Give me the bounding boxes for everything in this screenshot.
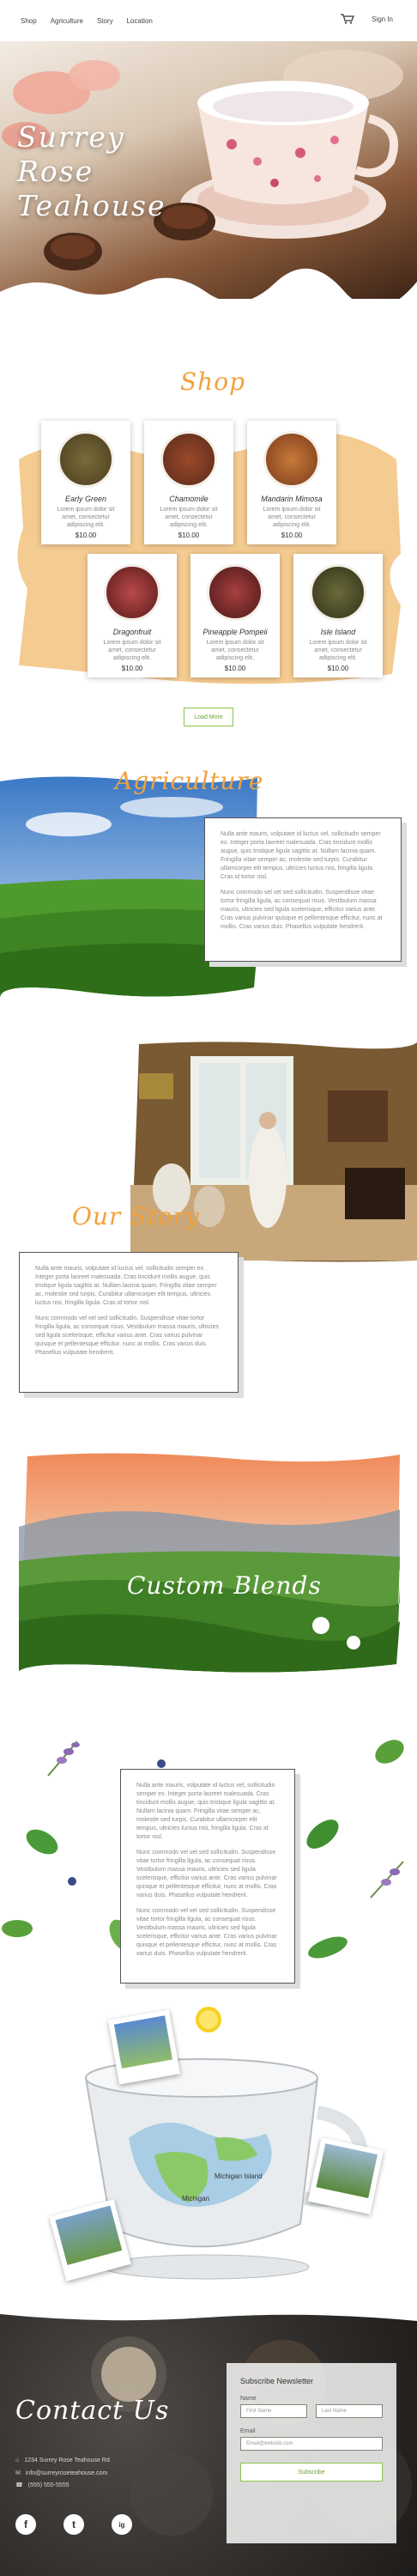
blends-landscape-photo [19,1449,400,1678]
product-image [310,564,366,621]
location-icon: ⌂ [15,2458,20,2464]
blends-text-box: Nulla ante mauris, volputate id luctus v… [120,1769,295,1984]
newsletter-form: Subscribe Newsletter Name First Name Las… [227,2363,396,2543]
blends-title: Custom Blends [127,1571,322,1600]
phone-icon: ☎ [15,2482,23,2488]
story-title: Our Story [72,1202,200,1230]
sign-in-link[interactable]: Sign In [372,15,393,23]
product-name: Dragonfruit [112,628,152,636]
product-description: Lorem ipsum dolor sit amet, consectetur … [160,507,218,528]
product-name: Mandarin Mimosa [261,495,323,503]
phone-text: (555) 555-5555 [27,2482,70,2488]
contact-phone[interactable]: ☎ (555) 555-5555 [15,2482,70,2489]
shop-title: Shop [180,368,245,396]
nav-right: Sign In [341,14,393,24]
agriculture-paragraph: Nulla ante mauris, volputate id luctus v… [221,831,381,880]
lavender-icon [370,1861,404,1899]
story-text-box: Nulla ante mauris, volputate id luctus v… [19,1252,239,1393]
agriculture-title: Agriculture [115,767,264,795]
first-name-input[interactable]: First Name [240,2404,307,2418]
leaf-icon [375,1740,404,1764]
polaroid-photo [107,2009,181,2085]
product-price: $10.00 [224,665,246,672]
product-description: Lorem ipsum dolor sit amet, consectetur … [309,640,367,661]
contact-email[interactable]: ✉ info@surreyroseteahouse.com [15,2470,108,2477]
lavender-icon [47,1741,80,1777]
cart-icon[interactable] [341,14,354,24]
nav-link-shop[interactable]: Shop [21,17,37,25]
facebook-icon[interactable]: f [15,2514,36,2535]
lemon-slice-icon [196,2007,221,2032]
product-card[interactable]: Isle Island Lorem ipsum dolor sit amet, … [293,554,383,677]
product-card[interactable]: Early Green Lorem ipsum dolor sit amet, … [41,421,130,544]
story-paragraph: Nulla ante mauris, volputate id luctus v… [35,1266,217,1306]
product-image [263,431,320,488]
product-price: $10.00 [327,665,349,672]
hero-title: Surrey Rose Teahouse [17,120,166,222]
product-name: Isle Island [320,628,356,636]
product-price: $10.00 [178,532,200,539]
agriculture-text-box: Nulla ante mauris, volputate id luctus v… [204,817,402,962]
product-card[interactable]: Dragonfruit Lorem ipsum dolor sit amet, … [88,554,177,677]
map-label: Michigan [182,2195,210,2202]
product-card[interactable]: Pineapple Pompeii Lorem ipsum dolor sit … [190,554,280,677]
product-price: $10.00 [75,532,97,539]
product-image [207,564,263,621]
email-label: Email [240,2428,256,2434]
blends-paragraph: Nulla ante mauris, volputate id luctus v… [136,1783,276,1840]
last-name-input[interactable]: Last Name [316,2404,383,2418]
product-card[interactable]: Chamomile Lorem ipsum dolor sit amet, co… [144,421,233,544]
product-description: Lorem ipsum dolor sit amet, consectetur … [263,507,321,528]
name-label: Name [240,2396,257,2402]
blueberry-icon [157,1759,166,1768]
subscribe-button[interactable]: Subscribe [240,2463,383,2482]
instagram-icon[interactable]: ig [112,2514,132,2535]
product-image [160,431,217,488]
twitter-icon[interactable]: t [63,2514,84,2535]
product-image [57,431,114,488]
load-more-button[interactable]: Load More [184,708,233,726]
top-nav: Shop Agriculture Story Location Sign In [0,0,417,41]
product-description: Lorem ipsum dolor sit amet, consectetur … [206,640,264,661]
product-description: Lorem ipsum dolor sit amet, consectetur … [57,507,115,528]
blends-paragraph: Nunc commodo vel vel sed sollicitudin. S… [136,1908,277,1957]
nav-link-agriculture[interactable]: Agriculture [51,17,83,25]
product-name: Chamomile [169,495,208,503]
mint-leaf-icon [26,1829,58,1855]
product-name: Early Green [64,495,107,503]
product-description: Lorem ipsum dolor sit amet, consectetur … [103,640,161,661]
contact-title: Contact Us [15,2396,170,2426]
product-name: Pineapple Pompeii [202,628,268,636]
polaroid-photo [307,2137,384,2215]
product-image [104,564,160,621]
blends-paragraph: Nunc commodo vel vel sed sollicitudin. S… [136,1850,277,1899]
mail-icon: ✉ [15,2470,21,2476]
leaf-icon [2,1920,33,1937]
hero-brush-edge [0,268,417,299]
nav-link-story[interactable]: Story [97,17,113,25]
agriculture-paragraph: Nunc commodo vel vel sed sollicitudin. S… [221,890,383,930]
mint-leaf-icon [308,1936,348,1959]
email-input[interactable]: Email@website.com [240,2437,383,2451]
blueberry-icon [68,1877,76,1886]
nav-links: Shop Agriculture Story Location [21,17,153,25]
story-paragraph: Nunc commodo vel vel sed sollicitudin. S… [35,1315,219,1356]
product-price: $10.00 [121,665,143,672]
product-price: $10.00 [281,532,303,539]
leaf-icon [306,1820,339,1849]
email-text: info@surreyroseteahouse.com [25,2470,108,2476]
address-text: 1234 Surrey Rose Teahouse Rd [24,2458,110,2464]
product-card[interactable]: Mandarin Mimosa Lorem ipsum dolor sit am… [247,421,336,544]
nav-link-location[interactable]: Location [127,17,153,25]
contact-address: ⌂ 1234 Surrey Rose Teahouse Rd [15,2458,110,2464]
newsletter-title: Subscribe Newsletter [240,2377,314,2385]
map-label: Michigan Island [215,2172,263,2180]
